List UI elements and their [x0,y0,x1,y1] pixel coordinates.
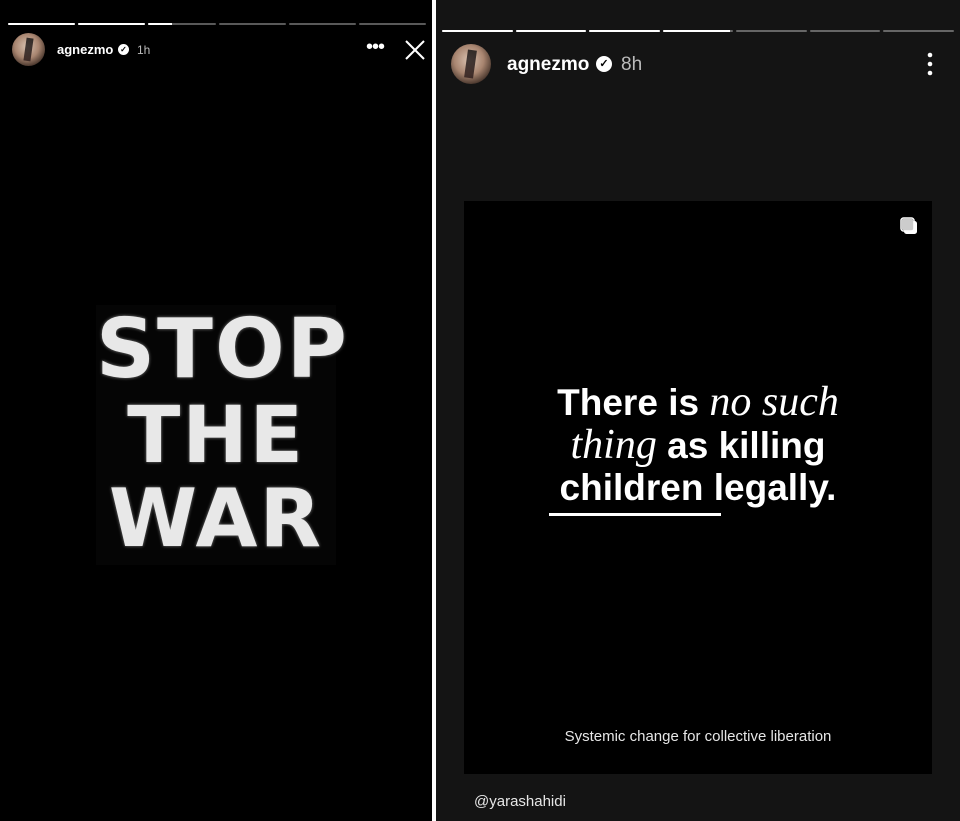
quote-part-3: children legally. [559,467,837,508]
story-progress-segment [358,23,427,25]
verified-badge-icon: ✓ [118,44,129,55]
story-progress-segment [589,30,660,32]
quote-part-2: as killing [656,425,826,466]
art-line-stop: STOP [96,302,349,397]
quote-italic-1: no such [709,379,839,425]
underline-divider [549,513,721,516]
art-line-the: THE [127,391,305,481]
shared-post-card[interactable]: There is no such thing as killing childr… [464,201,932,774]
username[interactable]: agnezmo [57,42,113,57]
story-progress-segment [809,30,881,32]
mention-link[interactable]: @yarashahidi [474,793,566,810]
carousel-icon [900,217,917,234]
story-progress-bars [442,30,955,32]
story-progress-segment [662,30,734,32]
quote-part-1: There is [557,382,710,423]
stop-the-war-artwork: STOP THE WAR [96,302,349,565]
story-progress-segment [288,23,356,25]
story-progress-segment [515,30,587,32]
story-progress-segment [78,23,146,25]
story-progress-bars [8,23,427,25]
post-time: 8h [621,54,643,75]
close-icon[interactable] [404,39,426,61]
story-progress-segment [883,30,955,32]
tagline: Systemic change for collective liberatio… [564,728,832,745]
left-story: agnezmo ✓ 1h ••• STOP THE WAR [0,0,432,821]
quote-italic-2: thing [570,422,657,468]
more-vertical-icon[interactable] [920,51,940,77]
right-story: agnezmo ✓ 8h There is no such thing as k… [436,0,960,821]
story-progress-segment [148,23,216,25]
story-progress-segment [736,30,807,32]
username[interactable]: agnezmo [507,54,589,76]
more-horizontal-icon[interactable]: ••• [364,36,386,58]
avatar[interactable] [451,44,491,84]
post-time: 1h [137,43,151,57]
story-progress-segment [442,30,513,32]
verified-badge-icon: ✓ [596,56,612,72]
story-progress-segment [218,23,286,25]
quote-text: There is no such thing as killing childr… [464,381,932,509]
avatar[interactable] [12,33,45,66]
story-progress-segment [8,23,76,25]
art-line-war: WAR [108,472,324,565]
